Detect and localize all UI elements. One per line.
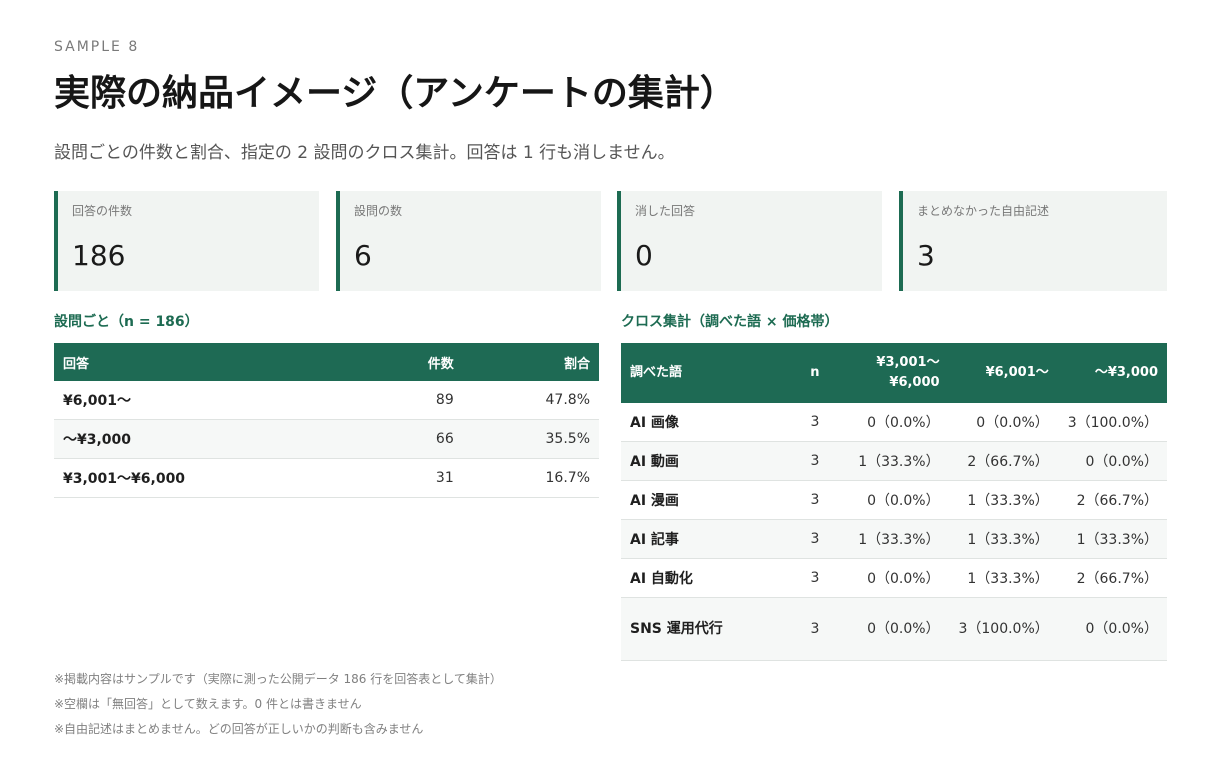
column-header: ¥6,001〜	[948, 343, 1058, 403]
kpi-card-questions: 設問の数 6	[336, 191, 601, 291]
per-question-table: 回答 件数 割合 ¥6,001〜 89 47.8% 〜¥3,000 66 35.…	[54, 343, 599, 498]
kpi-value: 3	[917, 239, 935, 272]
table-row: AI 漫画 3 0（0.0%） 1（33.3%） 2（66.7%）	[621, 480, 1167, 520]
value-cell: 0（0.0%）	[1057, 597, 1167, 661]
kpi-card-free-text: まとめなかった自由記述 3	[899, 191, 1167, 291]
table-row: AI 動画 3 1（33.3%） 2（66.7%） 0（0.0%）	[621, 441, 1167, 481]
count-cell: 66	[381, 419, 463, 459]
value-cell: 0（0.0%）	[828, 558, 949, 598]
value-cell: 1（33.3%）	[948, 480, 1058, 520]
kpi-label: まとめなかった自由記述	[917, 204, 1050, 218]
term-cell: AI 動画	[621, 441, 785, 481]
term-cell: AI 画像	[621, 403, 785, 442]
footnote: ※自由記述はまとめません。どの回答が正しいかの判断も含みません	[54, 722, 424, 736]
table-row: AI 自動化 3 0（0.0%） 1（33.3%） 2（66.7%）	[621, 558, 1167, 598]
value-cell: 0（0.0%）	[828, 403, 949, 442]
value-cell: 3（100.0%）	[948, 597, 1058, 661]
kpi-label: 回答の件数	[72, 204, 133, 218]
footnote: ※掲載内容はサンプルです（実際に測った公開データ 186 行を回答表として集計）	[54, 672, 502, 686]
kpi-label: 設問の数	[354, 204, 403, 218]
term-cell: AI 自動化	[621, 558, 785, 598]
per-question-title: 設問ごと（n = 186）	[54, 314, 199, 330]
answer-cell: 〜¥3,000	[54, 419, 381, 459]
kpi-value: 0	[635, 239, 653, 272]
n-cell: 3	[784, 558, 829, 598]
kpi-card-responses: 回答の件数 186	[54, 191, 319, 291]
value-cell: 1（33.3%）	[828, 519, 949, 559]
column-header: 調べた語	[621, 343, 785, 403]
term-cell: AI 記事	[621, 519, 785, 559]
table-row: 〜¥3,000 66 35.5%	[54, 419, 599, 459]
column-header: n	[784, 343, 829, 403]
footnotes: ※掲載内容はサンプルです（実際に測った公開データ 186 行を回答表として集計）…	[54, 667, 502, 742]
table-row: ¥6,001〜 89 47.8%	[54, 381, 599, 420]
page-title: 実際の納品イメージ（アンケートの集計）	[54, 73, 736, 114]
answer-cell: ¥6,001〜	[54, 381, 381, 420]
value-cell: 0（0.0%）	[828, 480, 949, 520]
value-cell: 0（0.0%）	[948, 403, 1058, 442]
count-cell: 31	[381, 458, 463, 498]
column-header: ¥3,001〜 ¥6,000	[828, 343, 949, 403]
term-cell: AI 漫画	[621, 480, 785, 520]
footnote: ※空欄は「無回答」として数えます。0 件とは書きません	[54, 697, 362, 711]
table-header-row: 調べた語 n ¥3,001〜 ¥6,000 ¥6,001〜 〜¥3,000	[621, 343, 1167, 403]
table-row: AI 記事 3 1（33.3%） 1（33.3%） 1（33.3%）	[621, 519, 1167, 559]
value-cell: 1（33.3%）	[948, 519, 1058, 559]
ratio-cell: 16.7%	[462, 458, 599, 498]
kpi-label: 消した回答	[635, 204, 696, 218]
page-subtitle: 設問ごとの件数と割合、指定の 2 設問のクロス集計。回答は 1 行も消しません。	[54, 143, 675, 163]
column-header: 〜¥3,000	[1057, 343, 1167, 403]
term-cell: SNS 運用代行	[621, 597, 785, 661]
count-cell: 89	[381, 381, 463, 420]
value-cell: 2（66.7%）	[1057, 558, 1167, 598]
table-row: AI 画像 3 0（0.0%） 0（0.0%） 3（100.0%）	[621, 403, 1167, 442]
n-cell: 3	[784, 480, 829, 520]
answer-cell: ¥3,001〜¥6,000	[54, 458, 381, 498]
n-cell: 3	[784, 597, 829, 661]
column-header: 件数	[381, 343, 463, 381]
table-row: ¥3,001〜¥6,000 31 16.7%	[54, 458, 599, 498]
kpi-card-removed: 消した回答 0	[617, 191, 882, 291]
value-cell: 3（100.0%）	[1057, 403, 1167, 442]
kpi-value: 6	[354, 239, 372, 272]
page: SAMPLE 8 実際の納品イメージ（アンケートの集計） 設問ごとの件数と割合、…	[54, 38, 1167, 291]
n-cell: 3	[784, 441, 829, 481]
column-header: 回答	[54, 343, 381, 381]
column-header: 割合	[462, 343, 599, 381]
value-cell: 1（33.3%）	[1057, 519, 1167, 559]
n-cell: 3	[784, 519, 829, 559]
value-cell: 2（66.7%）	[1057, 480, 1167, 520]
n-cell: 3	[784, 403, 829, 442]
ratio-cell: 35.5%	[462, 419, 599, 459]
kpi-value: 186	[72, 239, 126, 272]
kpi-row: 回答の件数 186 設問の数 6 消した回答 0 まとめなかった自由記述 3	[54, 191, 1167, 291]
sample-label: SAMPLE 8	[54, 39, 140, 55]
cross-tab-table: 調べた語 n ¥3,001〜 ¥6,000 ¥6,001〜 〜¥3,000 AI…	[621, 343, 1167, 661]
table-row: SNS 運用代行 3 0（0.0%） 3（100.0%） 0（0.0%）	[621, 597, 1167, 661]
cross-tab-title: クロス集計（調べた語 × 価格帯）	[621, 314, 839, 330]
value-cell: 0（0.0%）	[828, 597, 949, 661]
value-cell: 2（66.7%）	[948, 441, 1058, 481]
table-header-row: 回答 件数 割合	[54, 343, 599, 381]
ratio-cell: 47.8%	[462, 381, 599, 420]
value-cell: 1（33.3%）	[828, 441, 949, 481]
value-cell: 1（33.3%）	[948, 558, 1058, 598]
value-cell: 0（0.0%）	[1057, 441, 1167, 481]
